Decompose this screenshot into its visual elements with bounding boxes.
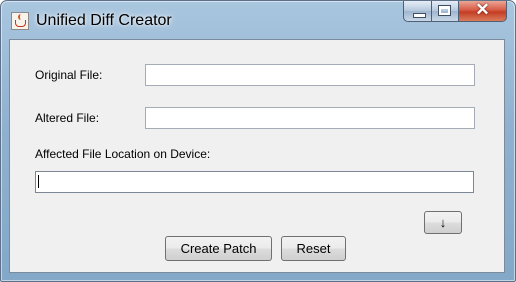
original-file-field[interactable] (145, 64, 475, 86)
location-field-wrap (35, 171, 474, 193)
move-down-button[interactable]: ↓ (424, 211, 462, 234)
close-button[interactable]: ✕ (459, 1, 507, 22)
reset-button[interactable]: Reset (281, 236, 346, 261)
title-bar[interactable]: Unified Diff Creator ✕ (1, 1, 515, 39)
maximize-icon (438, 5, 451, 16)
minimize-icon (413, 13, 426, 18)
text-caret (38, 175, 39, 188)
location-field[interactable] (35, 171, 474, 193)
create-patch-button[interactable]: Create Patch (165, 236, 272, 261)
app-window: Unified Diff Creator ✕ Original File: Al… (0, 0, 516, 282)
caption-buttons: ✕ (403, 1, 507, 23)
altered-file-field[interactable] (145, 107, 475, 129)
altered-file-label: Altered File: (35, 111, 100, 125)
close-icon: ✕ (475, 0, 490, 19)
java-cup-icon[interactable] (11, 12, 29, 30)
minimize-button[interactable] (403, 1, 432, 22)
arrow-down-icon: ↓ (439, 215, 447, 230)
location-label: Affected File Location on Device: (35, 147, 211, 161)
client-area: Original File: Altered File: Affected Fi… (9, 39, 505, 273)
original-file-label: Original File: (35, 68, 103, 82)
window-title: Unified Diff Creator (36, 12, 172, 29)
maximize-button[interactable] (432, 1, 459, 22)
